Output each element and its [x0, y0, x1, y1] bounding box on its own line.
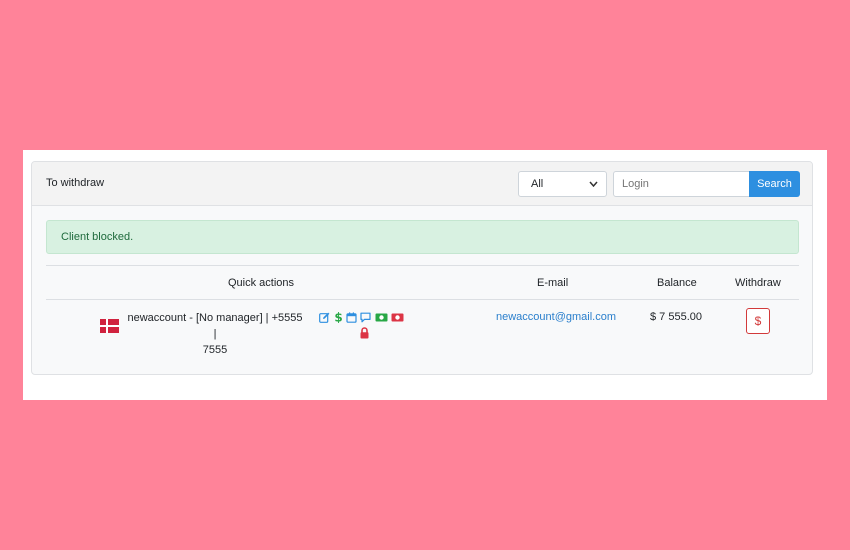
page-frame: To withdraw All Search Client blocked. Q… [23, 150, 827, 400]
svg-text:$: $ [334, 311, 342, 323]
table-header-divider [46, 299, 799, 300]
filter-select-value: All [531, 178, 544, 190]
client-name: newaccount - [No manager] | +5555 | 7555 [127, 310, 303, 358]
edit-icon[interactable] [319, 310, 330, 323]
withdraw-card: To withdraw All Search Client blocked. Q… [31, 161, 813, 375]
client-name-line1: newaccount - [No manager] | +5555 | [127, 312, 303, 340]
card-header: To withdraw All Search [32, 162, 812, 206]
column-header-quick-actions: Quick actions [228, 277, 295, 289]
client-balance: $ 7 555.00 [650, 311, 702, 323]
money-minus-icon[interactable] [391, 310, 404, 322]
client-name-line2: 7555 [202, 344, 228, 356]
withdraw-button[interactable]: $ [746, 308, 770, 334]
column-header-balance: Balance [657, 277, 697, 289]
filter-select[interactable]: All [518, 171, 607, 197]
chat-icon[interactable] [360, 310, 371, 323]
search-button[interactable]: Search [749, 171, 800, 197]
table-top-divider [46, 265, 799, 266]
chevron-down-icon [589, 172, 598, 206]
calendar-icon[interactable] [346, 310, 357, 323]
money-bill-icon[interactable] [375, 310, 388, 322]
denmark-flag-icon [100, 319, 119, 333]
dollar-icon[interactable]: $ [333, 310, 344, 325]
lock-icon[interactable] [359, 326, 370, 339]
column-header-email: E-mail [537, 277, 569, 289]
login-input[interactable] [613, 171, 750, 197]
status-alert: Client blocked. [46, 220, 799, 254]
card-title: To withdraw [46, 177, 105, 189]
column-header-withdraw: Withdraw [735, 277, 781, 289]
client-email-link[interactable]: newaccount@gmail.com [496, 311, 616, 323]
